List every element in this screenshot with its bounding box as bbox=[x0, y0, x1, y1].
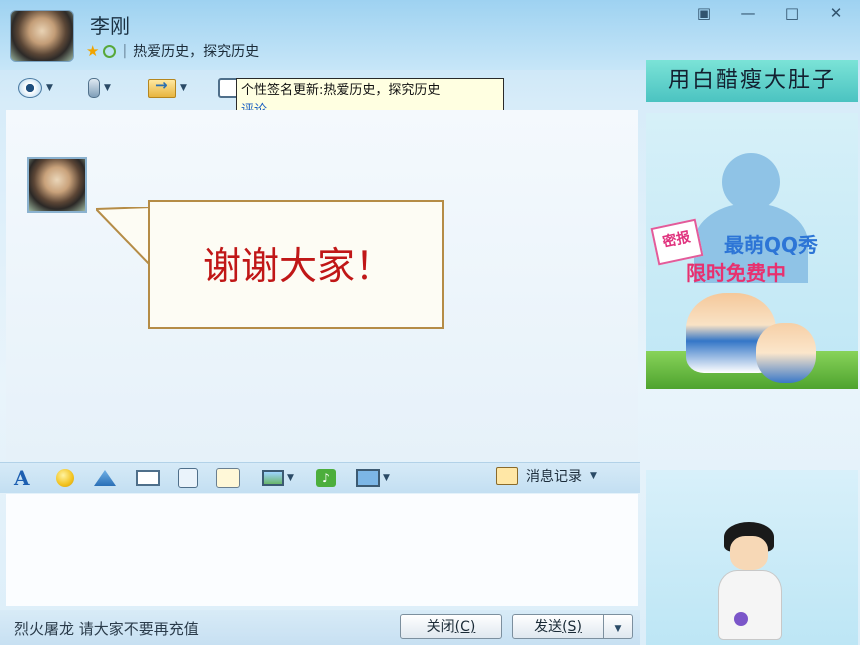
avatar-body bbox=[718, 570, 782, 640]
video-button[interactable] bbox=[136, 468, 160, 488]
qq-show-avatar-panel[interactable] bbox=[646, 470, 858, 645]
video-call-button[interactable]: ▼ bbox=[18, 76, 53, 100]
qq-show-ad[interactable]: 密报 最萌QQ秀 限时免费中 bbox=[646, 113, 858, 389]
chevron-down-icon[interactable]: ▼ bbox=[287, 473, 294, 483]
voice-message-button[interactable] bbox=[178, 468, 198, 488]
skin-button[interactable]: ▣ bbox=[690, 4, 718, 22]
status-text: 烈火屠龙 请大家不要再充值 bbox=[14, 620, 199, 638]
music-button[interactable]: ♪ bbox=[316, 468, 336, 488]
close-button[interactable]: 关闭(C) bbox=[400, 614, 502, 639]
close-window-button[interactable]: ✕ bbox=[822, 4, 850, 22]
message-history-label: 消息记录 bbox=[526, 469, 582, 485]
eye-icon bbox=[18, 78, 42, 98]
send-image-button[interactable]: ▼ bbox=[262, 468, 294, 488]
contact-avatar[interactable] bbox=[10, 10, 74, 62]
video-icon bbox=[136, 470, 160, 486]
speech-bubble-tail bbox=[96, 207, 153, 270]
font-icon: A bbox=[14, 466, 30, 490]
chevron-down-icon[interactable]: ▼ bbox=[383, 473, 390, 483]
chevron-down-icon[interactable]: ▼ bbox=[104, 83, 111, 93]
ad-subline: 限时免费中 bbox=[686, 261, 786, 285]
close-shortcut: (C) bbox=[454, 619, 476, 635]
sender-avatar[interactable] bbox=[27, 157, 87, 213]
contact-name[interactable]: 李刚 bbox=[90, 10, 130, 39]
chevron-down-icon[interactable]: ▼ bbox=[46, 83, 53, 93]
music-icon: ♪ bbox=[316, 469, 336, 487]
message-input[interactable] bbox=[6, 494, 638, 606]
voice-icon bbox=[178, 468, 198, 488]
qq-status-icon[interactable] bbox=[103, 44, 117, 58]
chevron-down-icon[interactable]: ▼ bbox=[180, 83, 187, 93]
minimize-button[interactable]: — bbox=[734, 4, 762, 22]
emoji-icon bbox=[56, 469, 74, 487]
emoji-button[interactable] bbox=[56, 468, 74, 488]
magic-expression-button[interactable] bbox=[94, 468, 116, 488]
window-controls: ▣ — □ ✕ bbox=[690, 4, 850, 22]
contact-signature: 热爱历史，探究历史 bbox=[133, 44, 260, 60]
doodle-button[interactable] bbox=[216, 468, 240, 488]
voice-call-button[interactable]: ▼ bbox=[88, 76, 111, 100]
chevron-down-icon: ▼ bbox=[614, 624, 622, 634]
send-file-icon bbox=[148, 76, 176, 98]
send-file-button[interactable]: ▼ bbox=[148, 76, 187, 100]
magic-icon bbox=[94, 470, 116, 486]
image-icon bbox=[262, 470, 284, 486]
microphone-icon bbox=[88, 78, 100, 98]
chevron-down-icon[interactable]: ▼ bbox=[590, 471, 597, 481]
speech-bubble: 谢谢大家！ bbox=[148, 200, 444, 329]
pen-icon bbox=[216, 468, 240, 488]
history-icon bbox=[496, 467, 518, 485]
avatar-face bbox=[730, 536, 768, 570]
send-button[interactable]: 发送(S) bbox=[512, 614, 604, 639]
ad-banner[interactable]: 用白醋瘦大肚子 bbox=[646, 60, 858, 102]
close-label: 关闭 bbox=[426, 619, 455, 635]
screenshot-button[interactable]: ▼ bbox=[356, 468, 390, 488]
send-label: 发送 bbox=[534, 619, 563, 635]
send-options-button[interactable]: ▼ bbox=[603, 614, 633, 639]
separator: | bbox=[122, 43, 128, 59]
chat-message: 谢谢大家！ bbox=[202, 244, 393, 288]
tooltip-text: 个性签名更新:热爱历史，探究历史 bbox=[241, 83, 441, 98]
send-shortcut: (S) bbox=[562, 619, 582, 635]
avatar-logo-icon bbox=[734, 612, 748, 626]
font-button[interactable]: A bbox=[14, 466, 30, 490]
message-history-button[interactable]: 消息记录 ▼ bbox=[496, 466, 597, 486]
chat-window: 李刚 ★ | 热爱历史，探究历史 ▣ — □ ✕ ▼ ▼ ▼ bbox=[0, 0, 860, 645]
ad-headline: 最萌QQ秀 bbox=[724, 233, 819, 257]
star-icon[interactable]: ★ bbox=[86, 42, 99, 60]
maximize-button[interactable]: □ bbox=[778, 4, 806, 22]
ad-character-boy bbox=[756, 323, 816, 383]
screenshot-icon bbox=[356, 469, 380, 487]
status-row: ★ | 热爱历史，探究历史 bbox=[86, 41, 259, 61]
